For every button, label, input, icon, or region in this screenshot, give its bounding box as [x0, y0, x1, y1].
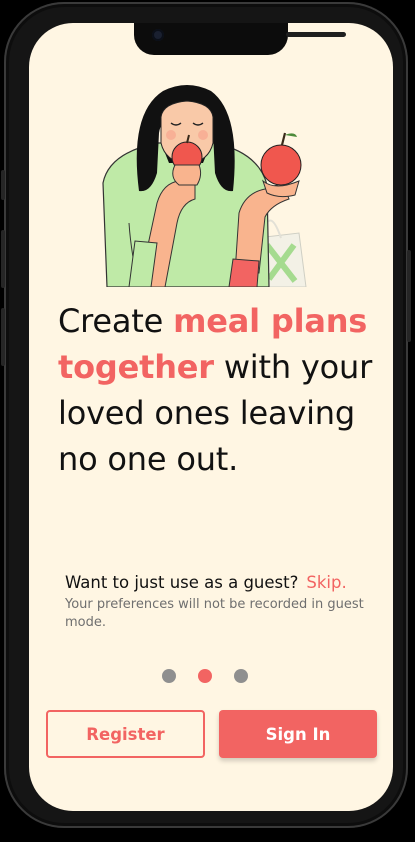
volume-down-button — [1, 308, 5, 366]
woman-eating-apple-illustration — [102, 85, 307, 287]
register-button-label: Register — [86, 724, 165, 744]
volume-up-button — [1, 230, 5, 288]
sign-in-button[interactable]: Sign In — [219, 710, 377, 758]
page-dot-3[interactable] — [234, 669, 248, 683]
guest-question: Want to just use as a guest? — [65, 573, 299, 592]
guest-prompt: Want to just use as a guest? Skip. Your p… — [65, 573, 365, 632]
notch — [134, 23, 346, 55]
page-dot-1[interactable] — [162, 669, 176, 683]
sign-in-button-label: Sign In — [265, 724, 331, 744]
register-button[interactable]: Register — [46, 710, 205, 758]
page-indicator — [162, 669, 248, 683]
headline-part-1: Create — [58, 302, 174, 340]
speaker-grille — [286, 32, 346, 37]
phone-frame: Create meal plans together with your lov… — [1, 2, 411, 828]
silent-switch — [1, 170, 5, 200]
guest-note: Your preferences will not be recorded in… — [65, 597, 364, 630]
skip-link[interactable]: Skip. — [306, 573, 346, 592]
camera-icon — [152, 29, 164, 41]
guest-prompt-line: Want to just use as a guest? Skip. — [65, 573, 365, 592]
power-button — [407, 250, 411, 342]
page-dot-2-active[interactable] — [198, 669, 212, 683]
onboarding-headline: Create meal plans together with your lov… — [58, 298, 378, 482]
app-screen: Create meal plans together with your lov… — [29, 23, 393, 811]
